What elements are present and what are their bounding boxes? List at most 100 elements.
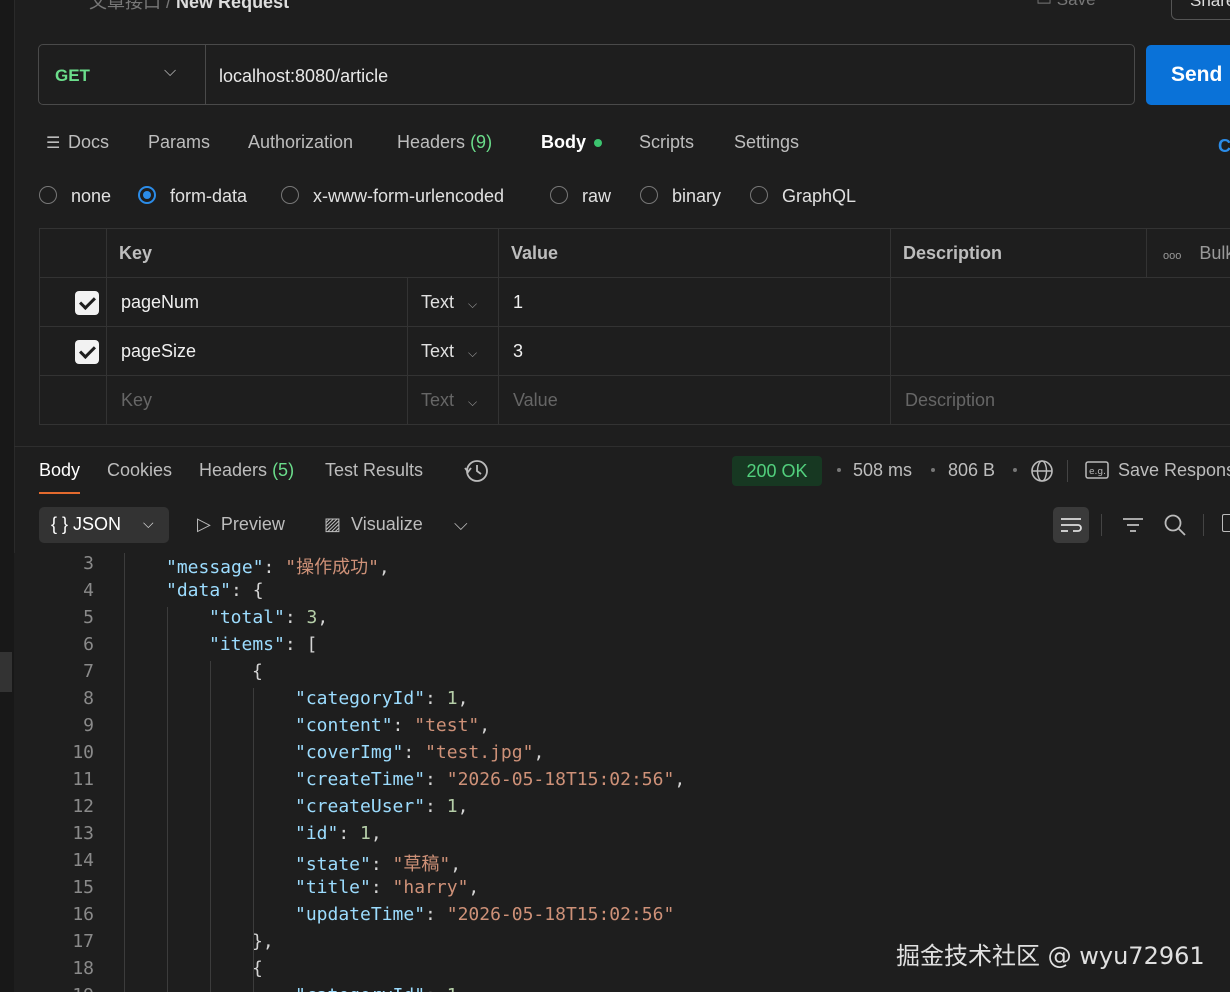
preview-button[interactable]: ▷ Preview bbox=[197, 514, 285, 535]
url-input[interactable] bbox=[217, 55, 1101, 97]
line-number: 16 bbox=[72, 904, 94, 925]
new-description-input[interactable]: Description bbox=[891, 376, 1230, 424]
globe-icon[interactable] bbox=[1030, 459, 1054, 483]
line-number: 14 bbox=[72, 850, 94, 871]
wrap-icon bbox=[1061, 518, 1082, 532]
line-number: 17 bbox=[72, 931, 94, 952]
radio-binary[interactable]: binary bbox=[640, 186, 721, 207]
image-icon: ▨ bbox=[324, 514, 342, 534]
new-type-select[interactable]: Text ⌵ bbox=[408, 376, 499, 424]
bulk-edit-button[interactable]: oooBulk Edit bbox=[1147, 229, 1230, 277]
row-description[interactable] bbox=[891, 327, 1230, 375]
code-text: "data": { bbox=[166, 580, 264, 601]
line-number: 10 bbox=[72, 742, 94, 763]
row-description[interactable] bbox=[891, 278, 1230, 326]
braces-icon: { } bbox=[51, 514, 69, 534]
visualize-dropdown[interactable]: ⌵ bbox=[454, 514, 468, 535]
line-number: 5 bbox=[83, 607, 94, 628]
breadcrumb-parent[interactable]: 文章接口 bbox=[89, 0, 161, 12]
chevron-down-icon: ⌵ bbox=[468, 395, 478, 409]
send-button[interactable]: Send bbox=[1146, 45, 1230, 105]
radio-graphql[interactable]: GraphQL bbox=[750, 186, 856, 207]
line-number: 9 bbox=[83, 715, 94, 736]
code-text: "items": [ bbox=[209, 634, 318, 655]
share-button[interactable]: Share bbox=[1171, 0, 1230, 20]
response-size[interactable]: 806 B bbox=[948, 460, 995, 481]
cookies-link[interactable]: C bbox=[1218, 136, 1230, 157]
request-name[interactable]: New Request bbox=[176, 0, 289, 12]
example-icon: e.g. bbox=[1085, 461, 1109, 479]
code-text: "content": "test", bbox=[295, 715, 491, 736]
row-type-select[interactable]: Text ⌵ bbox=[408, 278, 499, 326]
response-body-viewer[interactable]: 3 "message": "操作成功", 4 "data": {5 "total": 3… bbox=[14, 553, 1230, 992]
code-line: 14 "state": "草稿", bbox=[14, 850, 1230, 877]
visualize-button[interactable]: ▨ Visualize bbox=[324, 514, 423, 535]
search-icon[interactable] bbox=[1163, 513, 1187, 537]
code-text: "message": "操作成功", bbox=[166, 557, 390, 578]
code-line: 9 "content": "test", bbox=[14, 715, 1230, 742]
code-line: 3 "message": "操作成功", bbox=[14, 553, 1230, 580]
indent-guide bbox=[124, 553, 125, 992]
tab-settings[interactable]: Settings bbox=[734, 132, 799, 153]
format-select[interactable]: { } JSON ⌵ bbox=[39, 507, 169, 543]
row-value[interactable]: 3 bbox=[499, 327, 891, 375]
tab-scripts[interactable]: Scripts bbox=[639, 132, 694, 153]
indent-guide bbox=[253, 688, 254, 992]
code-line: 8 "categoryId": 1, bbox=[14, 688, 1230, 715]
breadcrumb-separator: / bbox=[166, 0, 172, 12]
row-key[interactable]: pageSize bbox=[107, 327, 408, 375]
new-value-input[interactable]: Value bbox=[499, 376, 891, 424]
line-number: 3 bbox=[83, 553, 94, 574]
method-select[interactable]: GET bbox=[55, 66, 90, 86]
row-value[interactable]: 1 bbox=[499, 278, 891, 326]
response-time[interactable]: 508 ms bbox=[853, 460, 912, 481]
new-key-input[interactable]: Key bbox=[107, 376, 408, 424]
response-tab-headers[interactable]: Headers (5) bbox=[199, 460, 294, 481]
code-text: "state": "草稿", bbox=[295, 854, 462, 875]
radio-urlencoded[interactable]: x-www-form-urlencoded bbox=[281, 186, 504, 207]
status-badge[interactable]: 200 OK bbox=[732, 456, 822, 486]
tab-params[interactable]: Params bbox=[148, 132, 210, 153]
code-line: 10 "coverImg": "test.jpg", bbox=[14, 742, 1230, 769]
response-tab-test-results[interactable]: Test Results bbox=[325, 460, 423, 481]
line-number: 13 bbox=[72, 823, 94, 844]
row-checkbox[interactable] bbox=[75, 291, 99, 315]
radio-raw[interactable]: raw bbox=[550, 186, 611, 207]
code-text: "categoryId": 1, bbox=[295, 985, 468, 992]
copy-icon[interactable] bbox=[1222, 514, 1230, 532]
code-text: "createTime": "2026-05-18T15:02:56", bbox=[295, 769, 686, 790]
tab-headers[interactable]: Headers (9) bbox=[397, 132, 492, 153]
history-icon[interactable] bbox=[464, 458, 490, 484]
code-line: 16 "updateTime": "2026-05-18T15:02:56" bbox=[14, 904, 1230, 931]
code-line: 15 "title": "harry", bbox=[14, 877, 1230, 904]
play-icon: ▷ bbox=[197, 514, 211, 534]
code-line: 4 "data": { bbox=[14, 580, 1230, 607]
url-bar: GET ⌵ bbox=[38, 44, 1135, 105]
row-checkbox[interactable] bbox=[75, 340, 99, 364]
sidebar-handle[interactable] bbox=[0, 652, 12, 692]
tab-docs[interactable]: ☰ Docs bbox=[46, 132, 109, 153]
save-button[interactable]: ▭ Save bbox=[1036, 0, 1096, 10]
line-number: 19 bbox=[14, 985, 94, 992]
row-type-select[interactable]: Text ⌵ bbox=[408, 327, 499, 375]
line-number: 18 bbox=[72, 958, 94, 979]
more-icon[interactable]: ooo bbox=[1163, 250, 1181, 262]
radio-form-data[interactable]: form-data bbox=[138, 186, 247, 207]
divider bbox=[205, 45, 206, 104]
column-value: Value bbox=[499, 229, 891, 277]
tab-authorization[interactable]: Authorization bbox=[248, 132, 353, 153]
table-row-empty: Key Text ⌵ Value Description bbox=[40, 376, 1230, 425]
tab-body[interactable]: Body bbox=[541, 132, 602, 153]
response-tab-cookies[interactable]: Cookies bbox=[107, 460, 172, 481]
top-header: 文章接口 / New Request ▭ Save Share bbox=[14, 0, 1230, 22]
chevron-down-icon: ⌵ bbox=[143, 515, 154, 531]
wrap-lines-button[interactable] bbox=[1053, 507, 1089, 543]
row-key[interactable]: pageNum bbox=[107, 278, 408, 326]
save-response-button[interactable]: Save Response bbox=[1118, 460, 1230, 481]
response-tab-body[interactable]: Body bbox=[39, 460, 81, 494]
chevron-down-icon[interactable]: ⌵ bbox=[164, 63, 176, 81]
chevron-down-icon: ⌵ bbox=[468, 346, 478, 360]
pane-divider[interactable] bbox=[14, 446, 1230, 447]
radio-none[interactable]: none bbox=[39, 186, 111, 207]
filter-icon[interactable] bbox=[1121, 514, 1145, 536]
